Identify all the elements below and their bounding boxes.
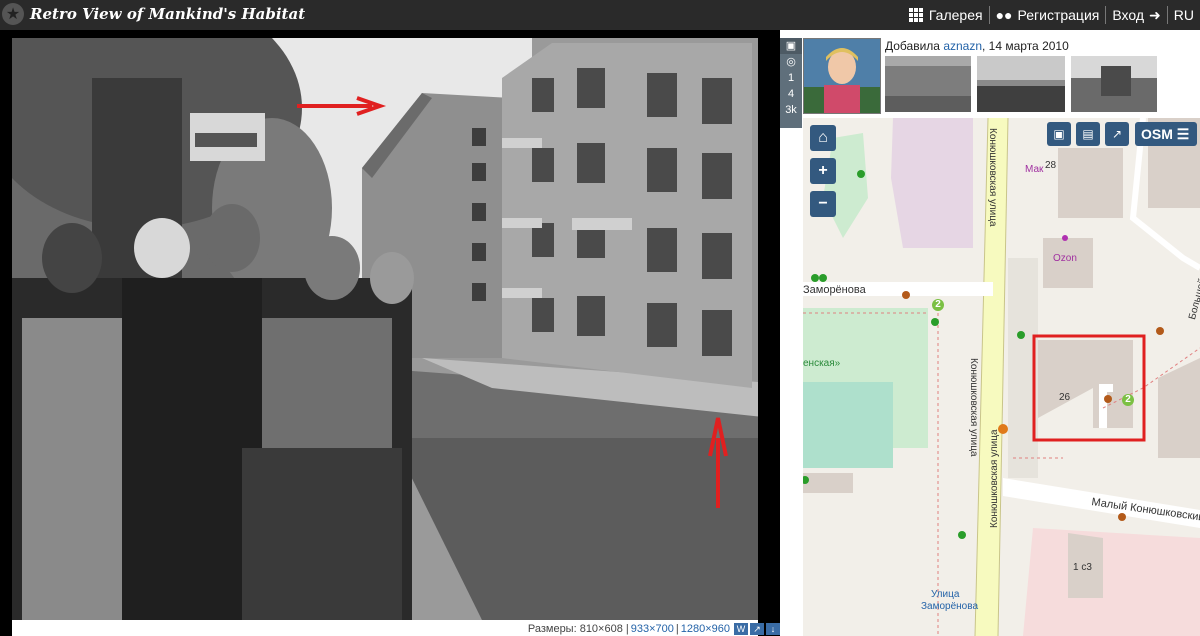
map-label-street-mid: Конюшковская улица <box>968 358 979 457</box>
map-label-zamorenova-station: Заморёнова <box>921 601 979 612</box>
map-label-1c3: 1 с3 <box>1073 562 1092 573</box>
login-icon: ➜ <box>1149 6 1161 23</box>
camera-filter-icon[interactable]: ▣ <box>1047 122 1071 146</box>
share-map-icon[interactable]: ↗ <box>1105 122 1129 146</box>
share-icon[interactable]: ↗ <box>750 623 764 635</box>
nav-register[interactable]: ●● Регистрация <box>990 7 1106 23</box>
map-label-zamorenova: Заморёнова <box>803 284 866 296</box>
related-thumb[interactable] <box>977 56 1065 112</box>
location-map[interactable]: ⌂ + − ▣ ▤ ↗ OSM ☰ Конюшковская улица Кон… <box>803 118 1200 636</box>
map-label-street-bottom: Конюшковская улица <box>989 429 1000 528</box>
uploader-link[interactable]: aznazn <box>943 39 982 53</box>
map-label-mak: Мак <box>1025 164 1044 175</box>
layers-icon: ☰ <box>1176 126 1190 142</box>
thumb-image <box>1071 56 1157 112</box>
photo-dimensions: Размеры: 810×608 | 933×700 | 1280×960 W … <box>528 622 780 636</box>
main-photo[interactable] <box>12 38 780 620</box>
map-label-28: 28 <box>1045 160 1057 171</box>
main-nav: Галерея ●● Регистрация Вход ➜ RU <box>903 0 1200 30</box>
map-label-26: 26 <box>1059 392 1071 403</box>
grid-icon <box>908 8 923 22</box>
related-thumb[interactable] <box>1071 56 1157 112</box>
map-badge-2a[interactable]: 2 <box>932 299 944 311</box>
eye-icon: ◎ <box>786 56 796 68</box>
zoom-in-button[interactable]: + <box>810 158 836 184</box>
map-label-presnenskaya: енская» <box>803 358 841 369</box>
nav-language-label: RU <box>1173 7 1194 23</box>
photo-stats-strip: ▣ ◎ 1 4 3k <box>780 38 802 128</box>
size-link-933[interactable]: 933×700 <box>631 623 674 635</box>
thumb-image <box>885 56 971 112</box>
added-by-line: Добавила aznazn, 14 марта 2010 <box>885 39 1069 53</box>
photo-right-border <box>758 30 780 636</box>
dimensions-separator: | <box>675 623 679 635</box>
map-badge-2b[interactable]: 2 <box>1122 394 1134 406</box>
views-count: 1 <box>787 72 795 84</box>
map-label-street-top: Конюшковская улица <box>987 128 998 227</box>
upload-date: , 14 марта 2010 <box>982 39 1069 53</box>
added-prefix: Добавила <box>885 39 940 53</box>
nav-register-label: Регистрация <box>1017 7 1100 23</box>
w-icon[interactable]: W <box>734 623 748 635</box>
home-icon[interactable]: ⌂ <box>810 125 836 151</box>
site-title[interactable]: Retro View of Mankind's Habitat <box>30 5 305 23</box>
map-label-ulitsa: Улица <box>931 589 960 600</box>
osm-layer-button[interactable]: OSM ☰ <box>1135 122 1197 146</box>
camera-icon[interactable]: ▣ <box>780 38 802 54</box>
nav-login-label: Вход <box>1112 7 1145 23</box>
today-count: 4 <box>787 88 795 100</box>
avatar-image <box>804 39 880 113</box>
download-icon[interactable]: ↓ <box>766 623 780 635</box>
nav-login[interactable]: Вход ➜ <box>1106 7 1166 24</box>
users-icon: ●● <box>995 7 1013 23</box>
map-tiles <box>803 118 1200 636</box>
nav-gallery-label: Галерея <box>928 7 983 23</box>
image-filter-icon[interactable]: ▤ <box>1076 122 1100 146</box>
map-label-ozon: Ozon <box>1053 253 1077 264</box>
street-scene-photo <box>12 38 780 620</box>
uploader-avatar[interactable] <box>803 38 881 114</box>
photo-top-border <box>0 30 780 38</box>
total-count: 3k <box>785 104 797 116</box>
osm-label: OSM <box>1141 126 1173 142</box>
size-link-1280[interactable]: 1280×960 <box>681 623 730 635</box>
thumb-image <box>977 56 1065 112</box>
star-logo-icon[interactable]: ★ <box>2 3 24 25</box>
nav-gallery[interactable]: Галерея <box>903 7 989 23</box>
zoom-out-button[interactable]: − <box>810 191 836 217</box>
dimensions-label: Размеры: 810×608 | <box>527 623 629 635</box>
top-bar: ★ Retro View of Mankind's Habitat Галере… <box>0 0 1200 30</box>
photo-left-border <box>0 30 12 636</box>
nav-language[interactable]: RU <box>1168 7 1200 23</box>
related-thumb[interactable] <box>885 56 971 112</box>
